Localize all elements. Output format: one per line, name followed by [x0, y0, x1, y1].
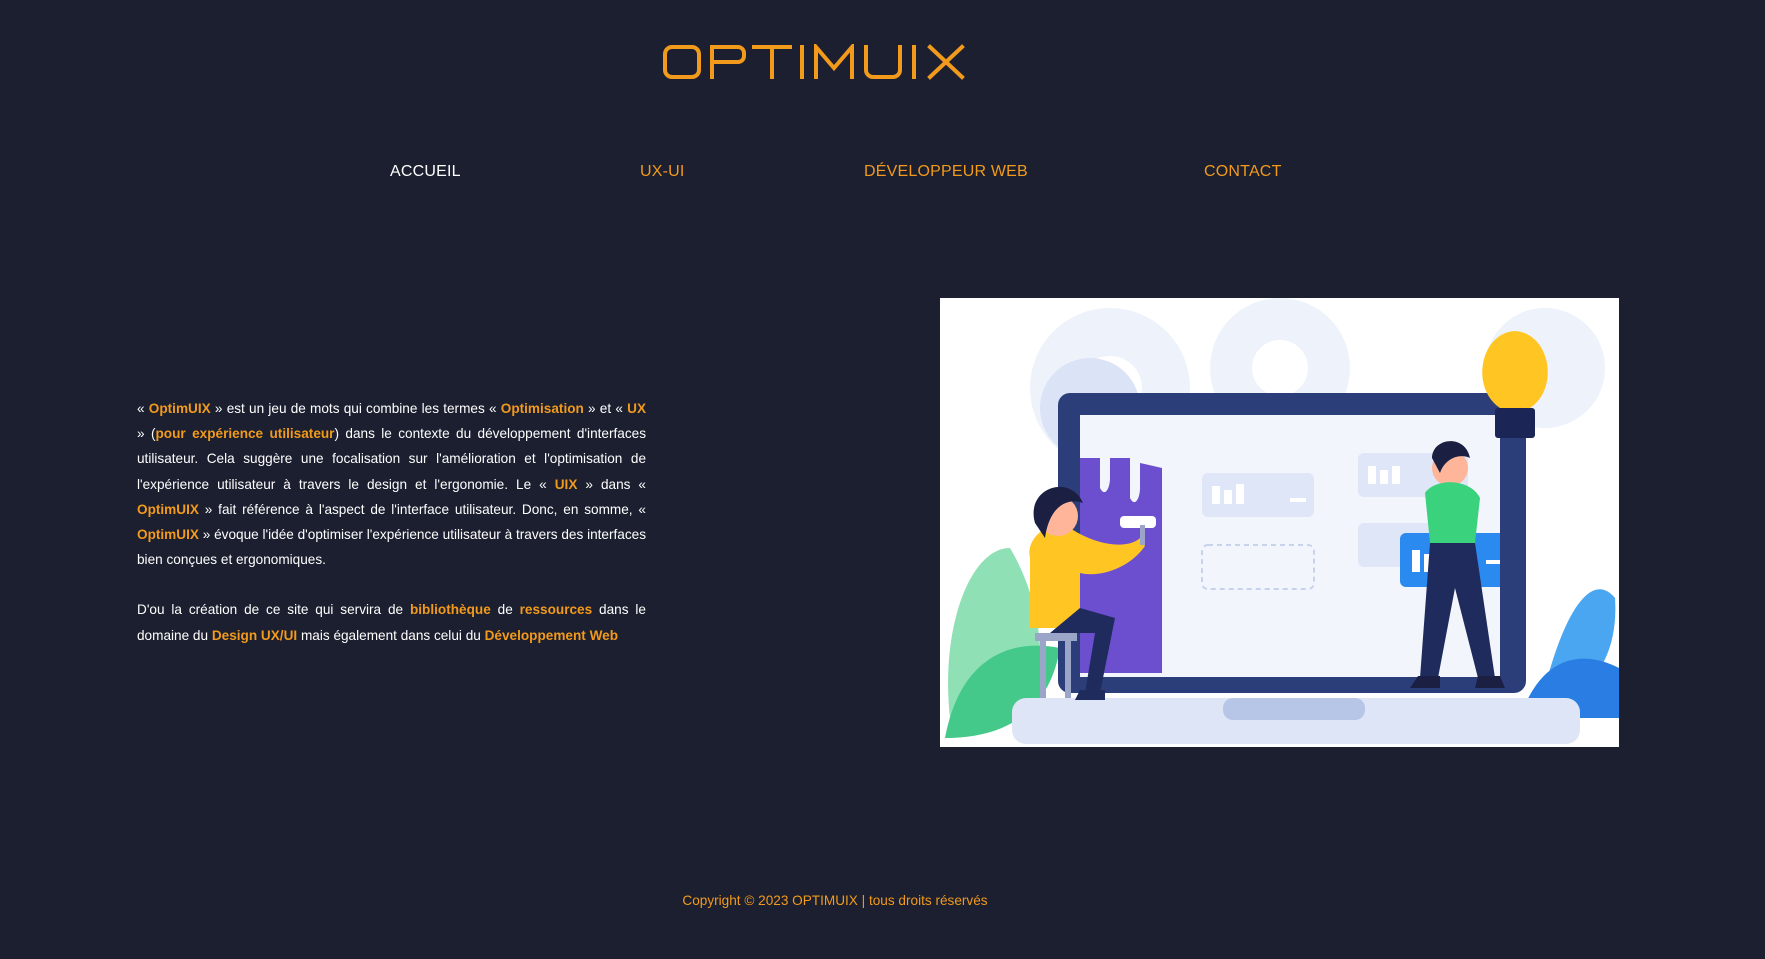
nav-item-ux-ui[interactable]: UX-UI — [640, 163, 685, 181]
footer-copyright: Copyright © 2023 OPTIMUIX | tous droits … — [682, 893, 988, 908]
ux-design-team-illustration-icon — [945, 298, 1619, 744]
nav-item-developpeur-web[interactable]: DÉVELOPPEUR WEB — [864, 163, 1028, 181]
intro-paragraph-1: « OptimUIX » est un jeu de mots qui comb… — [137, 396, 646, 572]
highlight-optimuix: OptimUIX — [137, 527, 199, 543]
text: » et « — [583, 401, 628, 416]
text: » fait référence à l'aspect de l'interfa… — [198, 501, 646, 517]
text: D'ou la création de ce site qui servira … — [137, 602, 410, 618]
highlight-ressources: ressources — [519, 602, 593, 618]
text: » dans « — [577, 476, 646, 492]
highlight-bibliotheque: bibliothèque — [409, 602, 491, 618]
highlight-optimisation: Optimisation — [500, 401, 584, 416]
highlight-ux: UX — [627, 401, 647, 416]
hero-illustration — [940, 298, 1619, 747]
intro-paragraph-2: D'ou la création de ce site qui servira … — [137, 597, 646, 647]
text: mais également dans celui du — [297, 627, 485, 643]
highlight-design-ux-ui: Design UX/UI — [211, 627, 298, 643]
highlight-uix: UIX — [554, 476, 578, 492]
highlight-developpement-web: Développement Web — [484, 627, 619, 643]
text: » est un jeu de mots qui combine les ter… — [210, 401, 501, 416]
optimuix-logo-icon — [663, 44, 965, 80]
intro-text: « OptimUIX » est un jeu de mots qui comb… — [137, 396, 646, 673]
nav-item-accueil[interactable]: ACCUEIL — [390, 163, 461, 181]
site-logo[interactable] — [662, 44, 1010, 80]
highlight-optimuix: OptimUIX — [148, 401, 211, 416]
highlight-experience-utilisateur: pour expérience utilisateur — [155, 426, 335, 442]
page: ACCUEIL UX-UI DÉVELOPPEUR WEB CONTACT « … — [0, 0, 1765, 959]
highlight-optimuix: OptimUIX — [137, 501, 199, 517]
text: « — [137, 401, 149, 416]
nav-item-contact[interactable]: CONTACT — [1204, 163, 1282, 181]
text: » évoque l'idée d'optimiser l'expérience… — [137, 527, 646, 568]
main-nav: ACCUEIL UX-UI DÉVELOPPEUR WEB CONTACT — [0, 163, 1765, 187]
text: » ( — [137, 426, 156, 442]
text: de — [490, 602, 520, 618]
